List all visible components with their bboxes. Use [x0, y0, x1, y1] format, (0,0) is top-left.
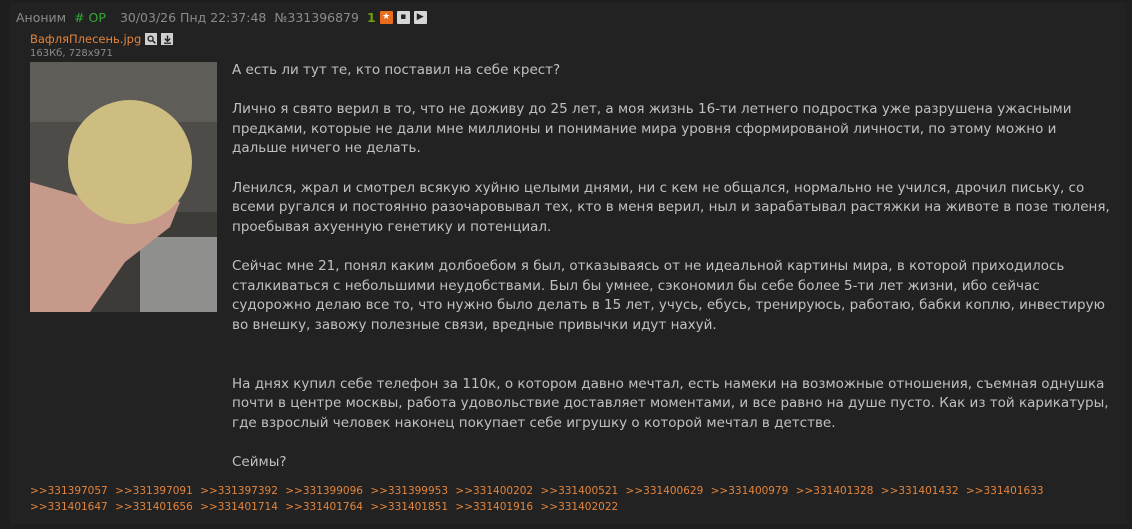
reply-link[interactable]: >>331401714: [200, 501, 278, 513]
file-info: 163Кб, 728x971: [30, 48, 113, 59]
post-image[interactable]: [30, 62, 217, 312]
post-date: 30/03/26 Пнд 22:37:48: [119, 9, 267, 25]
hide-icon[interactable]: ▪: [396, 10, 410, 24]
post-paragraph: Ленился, жрал и смотрел всякую хуйню цел…: [232, 179, 1110, 235]
post-header: Аноним # OP 30/03/26 Пнд 22:37:48 №33139…: [16, 8, 427, 26]
file-link-row: ВафляПлесень.jpg: [30, 32, 174, 46]
post-paragraph: Лично я свято верил в то, что не доживу …: [232, 101, 1072, 157]
reply-link[interactable]: >>331399953: [370, 485, 448, 497]
reply-link[interactable]: >>331401764: [285, 501, 363, 513]
reply-link[interactable]: >>331400521: [540, 485, 618, 497]
post: Аноним # OP 30/03/26 Пнд 22:37:48 №33139…: [10, 3, 1127, 524]
star-icon[interactable]: ★: [379, 10, 393, 24]
reply-link[interactable]: >>331400629: [626, 485, 704, 497]
download-icon[interactable]: [161, 33, 174, 45]
reply-link[interactable]: >>331400979: [711, 485, 789, 497]
reply-link[interactable]: >>331397392: [200, 485, 278, 497]
post-paragraph: Сеймы?: [232, 453, 287, 470]
reply-link[interactable]: >>331401656: [115, 501, 193, 513]
file-name-link[interactable]: ВафляПлесень.jpg: [30, 32, 141, 46]
reply-link[interactable]: >>331397057: [30, 485, 108, 497]
replies-list: >>331397057 >>331397091 >>331397392 >>33…: [30, 483, 1120, 515]
post-number[interactable]: №331396879: [274, 10, 359, 25]
post-paragraph: А есть ли тут те, кто поставил на себе к…: [232, 62, 561, 78]
reply-link[interactable]: >>331401432: [881, 485, 959, 497]
op-tag: # OP: [74, 9, 106, 25]
play-icon[interactable]: ▶: [413, 10, 427, 24]
reply-link[interactable]: >>331401633: [966, 485, 1044, 497]
reply-link[interactable]: >>331401916: [455, 501, 533, 513]
search-icon[interactable]: [145, 33, 158, 45]
reply-link[interactable]: >>331401647: [30, 501, 108, 513]
reply-link[interactable]: >>331401851: [370, 501, 448, 513]
post-message: А есть ли тут те, кто поставил на себе к…: [232, 61, 1114, 472]
post-paragraph: Сейчас мне 21, понял каким долбоебом я б…: [232, 257, 1105, 333]
reply-link[interactable]: >>331401328: [796, 485, 874, 497]
post-paragraph: На днях купил себе телефон за 110к, о ко…: [232, 375, 1109, 431]
reply-link[interactable]: >>331399096: [285, 485, 363, 497]
reply-link[interactable]: >>331400202: [455, 485, 533, 497]
author-name: Аноним: [16, 9, 67, 25]
reply-link[interactable]: >>331397091: [115, 485, 193, 497]
post-count: 1: [366, 9, 376, 25]
reply-link[interactable]: >>331402022: [540, 501, 618, 513]
